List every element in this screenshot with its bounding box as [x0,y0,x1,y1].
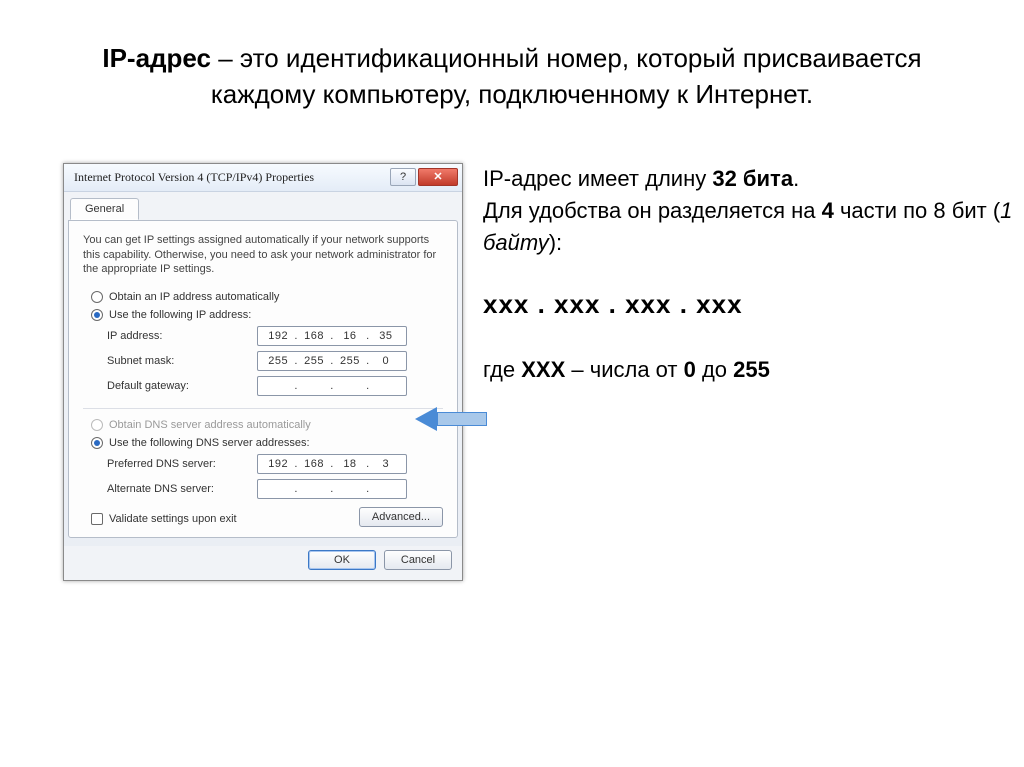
dialog-buttons: OK Cancel [64,546,462,580]
arrow-left-icon [415,407,487,431]
input-adns[interactable]: . . . [257,479,407,499]
radio-icon [91,437,103,449]
explanation-block: IP-адрес имеет длину 32 бита. Для удобст… [463,163,1024,386]
slide-title: IP-адрес – это идентификационный номер, … [0,0,1024,123]
ip-pattern: ххх . ххх . ххх . ххх [483,286,1024,324]
ok-button[interactable]: OK [308,550,376,570]
label-ip: IP address: [107,330,257,342]
input-pdns[interactable]: 192. 168. 18. 3 [257,454,407,474]
range-text: где ХХХ – числа от 0 до 255 [483,354,1024,386]
input-mask[interactable]: 255. 255. 255. 0 [257,351,407,371]
radio-label: Use the following IP address: [109,309,251,321]
radio-icon [91,291,103,303]
label-pdns: Preferred DNS server: [107,458,257,470]
general-pane: You can get IP settings assigned automat… [68,220,458,539]
row-gateway: Default gateway: . . . [107,376,443,396]
help-button[interactable]: ? [390,168,416,186]
advanced-button[interactable]: Advanced... [359,507,443,527]
radio-static-ip[interactable]: Use the following IP address: [91,309,443,321]
tab-strip: General [64,192,462,220]
ipv4-properties-dialog: Internet Protocol Version 4 (TCP/IPv4) P… [63,163,463,582]
label-gateway: Default gateway: [107,380,257,392]
label-mask: Subnet mask: [107,355,257,367]
input-ip[interactable]: 192. 168. 16. 35 [257,326,407,346]
title-rest: – это идентификационный номер, который п… [211,43,922,109]
label-adns: Alternate DNS server: [107,483,257,495]
radio-icon [91,309,103,321]
row-mask: Subnet mask: 255. 255. 255. 0 [107,351,443,371]
checkbox-label: Validate settings upon exit [109,513,237,525]
close-button[interactable]: ✕ [418,168,458,186]
radio-auto-ip[interactable]: Obtain an IP address automatically [91,291,443,303]
separator [83,408,443,409]
input-gateway[interactable]: . . . [257,376,407,396]
checkbox-icon [91,513,103,525]
row-pdns: Preferred DNS server: 192. 168. 18. 3 [107,454,443,474]
radio-icon [91,419,103,431]
dialog-titlebar[interactable]: Internet Protocol Version 4 (TCP/IPv4) P… [64,164,462,192]
radio-auto-dns: Obtain DNS server address automatically [91,419,443,431]
dialog-title: Internet Protocol Version 4 (TCP/IPv4) P… [74,170,388,185]
description-text: You can get IP settings assigned automat… [83,233,443,278]
cancel-button[interactable]: Cancel [384,550,452,570]
title-term: IP-адрес [102,43,211,73]
tab-general[interactable]: General [70,198,139,220]
row-ip: IP address: 192. 168. 16. 35 [107,326,443,346]
row-adns: Alternate DNS server: . . . [107,479,443,499]
radio-label: Obtain DNS server address automatically [109,419,311,431]
radio-static-dns[interactable]: Use the following DNS server addresses: [91,437,443,449]
radio-label: Use the following DNS server addresses: [109,437,310,449]
radio-label: Obtain an IP address automatically [109,291,279,303]
